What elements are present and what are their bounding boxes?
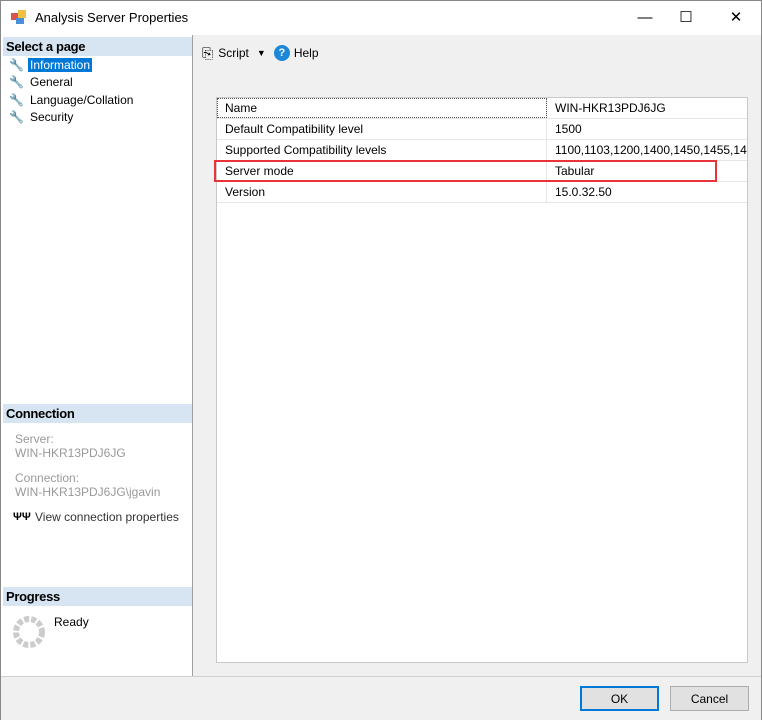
property-name: Default Compatibility level <box>217 119 547 139</box>
page-general[interactable]: 🔧 General <box>9 73 75 90</box>
plug-icon: ΨΨ <box>13 511 31 523</box>
wrench-icon: 🔧 <box>9 57 24 72</box>
script-dropdown[interactable]: ▼ <box>257 48 266 58</box>
dialog-window: Analysis Server Properties — ☐ ✕ Select … <box>0 0 762 720</box>
wrench-icon: 🔧 <box>9 109 24 124</box>
view-connection-label: View connection properties <box>35 510 179 524</box>
maximize-button[interactable]: ☐ <box>663 1 709 33</box>
page-label: Security <box>30 109 74 124</box>
cancel-button[interactable]: Cancel <box>670 686 749 711</box>
property-name: Server mode <box>217 161 547 181</box>
script-button[interactable]: ⎘ Script <box>202 45 249 62</box>
property-value: WIN-HKR13PDJ6JG <box>555 101 666 115</box>
property-value: 15.0.32.50 <box>555 185 612 199</box>
minimize-button[interactable]: — <box>622 1 668 33</box>
property-row[interactable]: Default Compatibility level 1500 <box>217 119 747 140</box>
progress-status: Ready <box>54 615 89 629</box>
ok-button[interactable]: OK <box>580 686 659 711</box>
page-label: General <box>30 74 73 89</box>
view-connection-properties-link[interactable]: ΨΨ View connection properties <box>13 510 179 524</box>
property-row[interactable]: Server mode Tabular <box>214 160 747 182</box>
button-bar: OK Cancel <box>1 676 761 720</box>
connection-label: Connection: <box>15 471 80 485</box>
property-row[interactable]: Name WIN-HKR13PDJ6JG <box>217 98 747 119</box>
toolbar: ⎘ Script ▼ ? Help <box>194 35 761 71</box>
page-language-collation[interactable]: 🔧 Language/Collation <box>9 91 135 108</box>
progress-spinner-icon <box>13 616 45 648</box>
progress-header: Progress <box>3 587 192 606</box>
select-page-header: Select a page <box>3 37 192 56</box>
script-icon: ⎘ <box>202 44 214 61</box>
left-panel: Select a page 🔧 Information 🔧 General 🔧 Lan… <box>1 35 193 676</box>
window-title: Analysis Server Properties <box>35 10 189 25</box>
wrench-icon: 🔧 <box>9 74 24 89</box>
property-name: Version <box>217 182 547 202</box>
server-value: WIN-HKR13PDJ6JG <box>15 446 126 460</box>
connection-header: Connection <box>3 404 192 423</box>
property-row[interactable]: Version 15.0.32.50 <box>217 182 747 203</box>
property-name: Supported Compatibility levels <box>217 140 547 160</box>
page-information[interactable]: 🔧 Information <box>9 56 93 73</box>
page-label: Language/Collation <box>30 92 134 107</box>
property-value: 1500 <box>555 122 582 136</box>
server-label: Server: <box>15 432 54 446</box>
property-row[interactable]: Supported Compatibility levels 1100,1103,… <box>217 140 747 161</box>
property-grid[interactable]: Name WIN-HKR13PDJ6JG Default Compatibilit… <box>214 97 748 663</box>
property-value: Tabular <box>555 164 595 178</box>
chevron-down-icon: ▼ <box>256 48 266 58</box>
script-label: Script <box>218 46 249 60</box>
help-button[interactable]: ? Help <box>273 45 319 61</box>
help-icon: ? <box>273 45 290 61</box>
page-security[interactable]: 🔧 Security <box>9 108 75 125</box>
right-panel: ⎘ Script ▼ ? Help Name WIN-HKR13PDJ6JG Defa… <box>194 35 761 676</box>
page-label: Information <box>28 57 93 72</box>
help-label: Help <box>293 46 319 60</box>
title-bar: Analysis Server Properties — ☐ ✕ <box>1 1 761 35</box>
property-value: 1100,1103,1200,1400,1450,1455,1460 <box>555 143 747 157</box>
wrench-icon: 🔧 <box>9 92 24 107</box>
property-name: Name <box>217 98 547 118</box>
close-button[interactable]: ✕ <box>713 1 759 33</box>
analysis-server-icon <box>11 10 26 24</box>
connection-value: WIN-HKR13PDJ6JG\jgavin <box>15 485 161 499</box>
